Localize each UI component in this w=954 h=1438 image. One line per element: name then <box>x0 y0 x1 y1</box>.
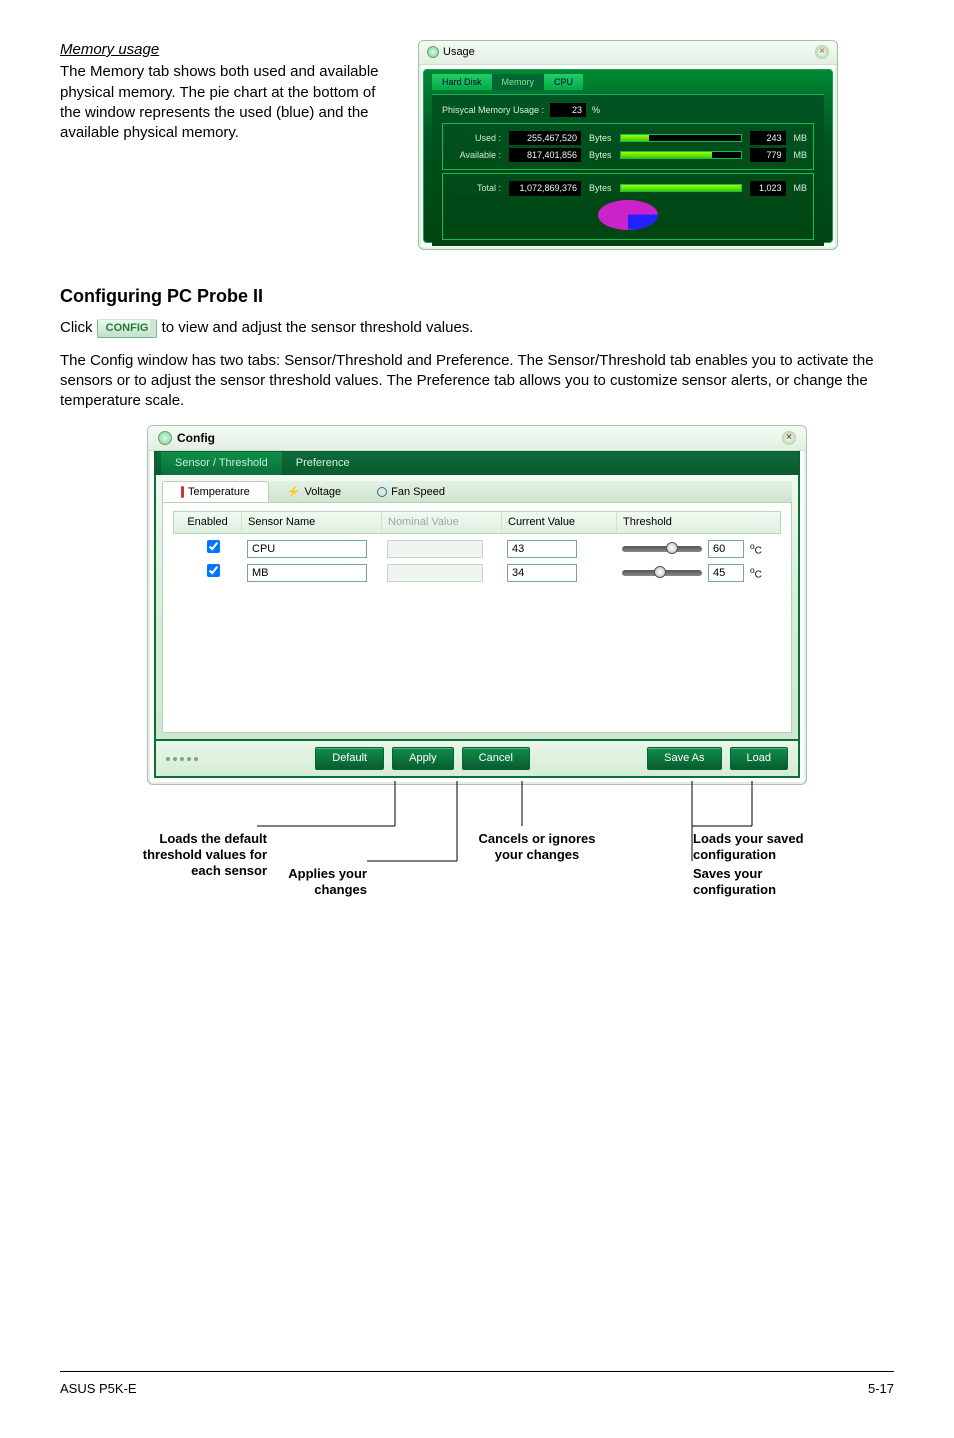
th-nominal: Nominal Value <box>382 512 502 533</box>
th-current: Current Value <box>502 512 617 533</box>
load-button[interactable]: Load <box>730 747 788 770</box>
subtab-fanspeed-label: Fan Speed <box>391 485 445 500</box>
cancel-button[interactable]: Cancel <box>462 747 530 770</box>
th-sensor: Sensor Name <box>242 512 382 533</box>
usage-label: Phisycal Memory Usage : <box>442 104 544 116</box>
memory-desc: The Memory tab shows both used and avail… <box>60 62 400 143</box>
row-avail-label: Available : <box>449 149 501 161</box>
tab-preference[interactable]: Preference <box>282 452 364 475</box>
row-avail-bytes-unit: Bytes <box>589 149 612 161</box>
row-total-bar <box>620 184 742 192</box>
subtab-fanspeed[interactable]: Fan Speed <box>359 481 463 502</box>
row-used-bytes-unit: Bytes <box>589 132 612 144</box>
usage-pct-suffix: % <box>592 104 600 116</box>
row-avail-mb-unit: MB <box>794 149 808 161</box>
usage-title: Usage <box>443 45 475 60</box>
table-row: oC <box>173 558 781 582</box>
row-avail-bytes: 817,401,856 <box>509 148 581 162</box>
close-icon[interactable]: × <box>815 45 829 59</box>
fan-icon <box>377 487 387 497</box>
enabled-checkbox-cpu[interactable] <box>207 540 220 553</box>
bolt-icon: ⚡ <box>287 485 301 500</box>
footer-right: 5-17 <box>868 1380 894 1398</box>
threshold-slider-mb[interactable] <box>622 570 702 576</box>
callout-apply: Applies your changes <box>267 866 367 897</box>
unit-deg-cpu: oC <box>750 541 762 558</box>
click-text-b: to view and adjust the sensor threshold … <box>162 319 474 336</box>
callouts: Loads the default threshold values for e… <box>147 793 807 913</box>
close-icon[interactable]: × <box>782 431 796 445</box>
row-used-label: Used : <box>449 132 501 144</box>
memory-heading: Memory usage <box>60 40 400 60</box>
config-title: Config <box>177 430 215 446</box>
threshold-value-mb[interactable] <box>708 564 744 582</box>
row-total-mb: 1,023 <box>750 181 786 195</box>
unit-deg-mb: oC <box>750 565 762 582</box>
apply-button[interactable]: Apply <box>392 747 454 770</box>
threshold-slider-cpu[interactable] <box>622 546 702 552</box>
callout-saveas: Saves your configuration <box>693 866 843 897</box>
callout-cancel: Cancels or ignores your changes <box>477 831 597 862</box>
row-avail-bar <box>620 151 742 159</box>
sensor-name-cpu[interactable] <box>247 540 367 558</box>
callout-default: Loads the default threshold values for e… <box>117 831 267 878</box>
enabled-checkbox-mb[interactable] <box>207 564 220 577</box>
row-total-label: Total : <box>449 182 501 194</box>
click-text-a: Click <box>60 319 97 336</box>
saveas-button[interactable]: Save As <box>647 747 721 770</box>
nominal-cpu <box>387 540 483 558</box>
current-mb <box>507 564 577 582</box>
resize-grip <box>166 757 198 761</box>
th-enabled: Enabled <box>174 512 242 533</box>
footer-left: ASUS P5K-E <box>60 1380 137 1398</box>
tab-harddisk[interactable]: Hard Disk <box>432 74 492 90</box>
para-2: The Config window has two tabs: Sensor/T… <box>60 351 894 412</box>
row-used-mb-unit: MB <box>794 132 808 144</box>
row-avail-mb: 779 <box>750 148 786 162</box>
row-total-bytes: 1,072,869,376 <box>509 181 581 195</box>
row-total-mb-unit: MB <box>794 182 808 194</box>
table-row: oC <box>173 534 781 558</box>
th-threshold: Threshold <box>617 512 780 533</box>
sensor-name-mb[interactable] <box>247 564 367 582</box>
resize-grip <box>419 247 837 250</box>
thermometer-icon <box>181 486 184 498</box>
row-used-bytes: 255,467,520 <box>509 131 581 145</box>
config-window: Config × Sensor / Threshold Preference T… <box>147 425 807 785</box>
row-used-bar <box>620 134 742 142</box>
subtab-voltage[interactable]: ⚡ Voltage <box>269 481 359 502</box>
config-button-inline[interactable]: CONFIG <box>97 319 158 338</box>
tab-sensor-threshold[interactable]: Sensor / Threshold <box>161 452 282 475</box>
row-used-mb: 243 <box>750 131 786 145</box>
default-button[interactable]: Default <box>315 747 384 770</box>
usage-window: Usage × Hard Disk Memory CPU Phisycal Me… <box>418 40 838 250</box>
section-title: Configuring PC Probe II <box>60 284 894 308</box>
row-total-bytes-unit: Bytes <box>589 182 612 194</box>
nominal-mb <box>387 564 483 582</box>
subtab-temperature[interactable]: Temperature <box>162 481 269 502</box>
memory-pie-chart <box>598 200 658 235</box>
threshold-value-cpu[interactable] <box>708 540 744 558</box>
tab-cpu[interactable]: CPU <box>544 74 583 90</box>
tab-memory[interactable]: Memory <box>492 74 545 90</box>
config-icon <box>158 431 172 445</box>
usage-percent: 23 <box>550 103 586 117</box>
subtab-temperature-label: Temperature <box>188 485 250 500</box>
usage-icon <box>427 46 439 58</box>
callout-load: Loads your saved configuration <box>693 831 843 862</box>
current-cpu <box>507 540 577 558</box>
subtab-voltage-label: Voltage <box>304 485 341 500</box>
